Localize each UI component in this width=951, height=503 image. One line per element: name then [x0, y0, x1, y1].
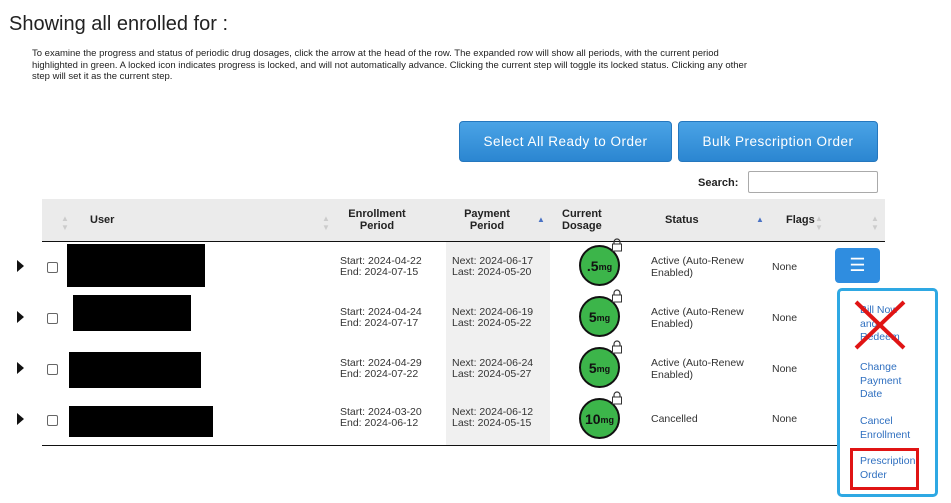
- row-checkbox[interactable]: [47, 415, 58, 426]
- menu-item-change-payment-date[interactable]: Change Payment Date: [860, 361, 916, 402]
- search-label: Search:: [698, 177, 739, 189]
- row-actions-dropdown: Bill Now and Redeem Change Payment Date …: [837, 288, 938, 497]
- redacted-user-name: [67, 244, 205, 287]
- sort-icon[interactable]: ▲ ▼: [322, 214, 330, 232]
- expand-arrow-icon[interactable]: [17, 311, 24, 323]
- enrollment-end: End: 2024-06-12: [340, 417, 419, 429]
- enrollment-end: End: 2024-07-22: [340, 368, 419, 380]
- expand-arrow-icon[interactable]: [17, 260, 24, 272]
- sort-icon[interactable]: ▲ ▼: [815, 214, 823, 232]
- sort-asc-icon[interactable]: ▲: [756, 215, 764, 224]
- table-row[interactable]: Start: 2024-03-20 End: 2024-06-12 Next: …: [0, 391, 951, 446]
- column-header-status[interactable]: Status: [665, 199, 699, 241]
- row-checkbox[interactable]: [47, 262, 58, 273]
- status-text: Cancelled: [651, 413, 698, 425]
- row-checkbox[interactable]: [47, 313, 58, 324]
- flags-text: None: [772, 312, 798, 324]
- row-checkbox[interactable]: [47, 364, 58, 375]
- flags-text: None: [772, 261, 798, 273]
- column-header-user[interactable]: User: [90, 199, 114, 241]
- column-header-payment-period[interactable]: Payment Period: [457, 199, 517, 241]
- status-text: Active (Auto-Renew Enabled): [651, 306, 744, 330]
- status-text: Active (Auto-Renew Enabled): [651, 357, 744, 381]
- enrollment-end: End: 2024-07-17: [340, 317, 419, 329]
- expand-arrow-icon[interactable]: [17, 413, 24, 425]
- dosage-unit: mg: [598, 262, 613, 272]
- payment-last: Last: 2024-05-15: [452, 417, 532, 429]
- table-row[interactable]: Start: 2024-04-24 End: 2024-07-17 Next: …: [0, 289, 951, 344]
- sort-icon[interactable]: ▲ ▼: [61, 214, 69, 232]
- dosage-value: 5: [588, 308, 597, 325]
- flags-text: None: [772, 363, 798, 375]
- bulk-prescription-order-button[interactable]: Bulk Prescription Order: [678, 121, 878, 162]
- page-heading: Showing all enrolled for :: [9, 13, 229, 35]
- select-all-ready-button[interactable]: Select All Ready to Order: [459, 121, 672, 162]
- red-x-mark-icon: [854, 300, 906, 350]
- dosage-unit: mg: [596, 313, 611, 323]
- dosage-value: 10: [584, 410, 601, 427]
- sort-asc-icon[interactable]: ▲: [537, 215, 545, 224]
- payment-last: Last: 2024-05-20: [452, 266, 532, 278]
- table-row[interactable]: Start: 2024-04-29 End: 2024-07-22 Next: …: [0, 340, 951, 395]
- dosage-unit: mg: [600, 415, 615, 425]
- redacted-user-name: [73, 295, 191, 331]
- hamburger-icon: ☰: [849, 255, 866, 275]
- flags-text: None: [772, 413, 798, 425]
- column-header-enrollment-period[interactable]: Enrollment Period: [342, 199, 412, 241]
- table-row[interactable]: Start: 2024-04-22 End: 2024-07-15 Next: …: [0, 238, 951, 293]
- redacted-user-name: [69, 406, 213, 437]
- menu-item-cancel-enrollment[interactable]: Cancel Enrollment: [860, 415, 920, 442]
- lock-icon: [612, 340, 622, 354]
- status-text: Active (Auto-Renew Enabled): [651, 255, 744, 279]
- payment-last: Last: 2024-05-22: [452, 317, 532, 329]
- lock-icon: [612, 289, 622, 303]
- row-actions-menu-button[interactable]: ☰: [835, 248, 880, 283]
- dosage-unit: mg: [596, 364, 611, 374]
- column-header-current-dosage[interactable]: Current Dosage: [562, 199, 612, 241]
- payment-last: Last: 2024-05-27: [452, 368, 532, 380]
- column-header-flags[interactable]: Flags: [786, 199, 815, 241]
- enrollment-end: End: 2024-07-15: [340, 266, 419, 278]
- dosage-value: 5: [588, 359, 597, 376]
- instructions-text: To examine the progress and status of pe…: [32, 48, 747, 82]
- table-bottom-border: [42, 445, 885, 446]
- lock-icon: [612, 391, 622, 405]
- search-input[interactable]: [748, 171, 878, 193]
- lock-icon: [612, 238, 622, 252]
- table-header: ▲ ▼ User ▲ ▼ Enrollment Period Payment Per…: [42, 199, 885, 241]
- dosage-value: .5: [586, 257, 599, 274]
- expand-arrow-icon[interactable]: [17, 362, 24, 374]
- redacted-user-name: [69, 352, 201, 388]
- sort-icon[interactable]: ▲ ▼: [871, 214, 879, 232]
- highlight-box: [850, 448, 919, 490]
